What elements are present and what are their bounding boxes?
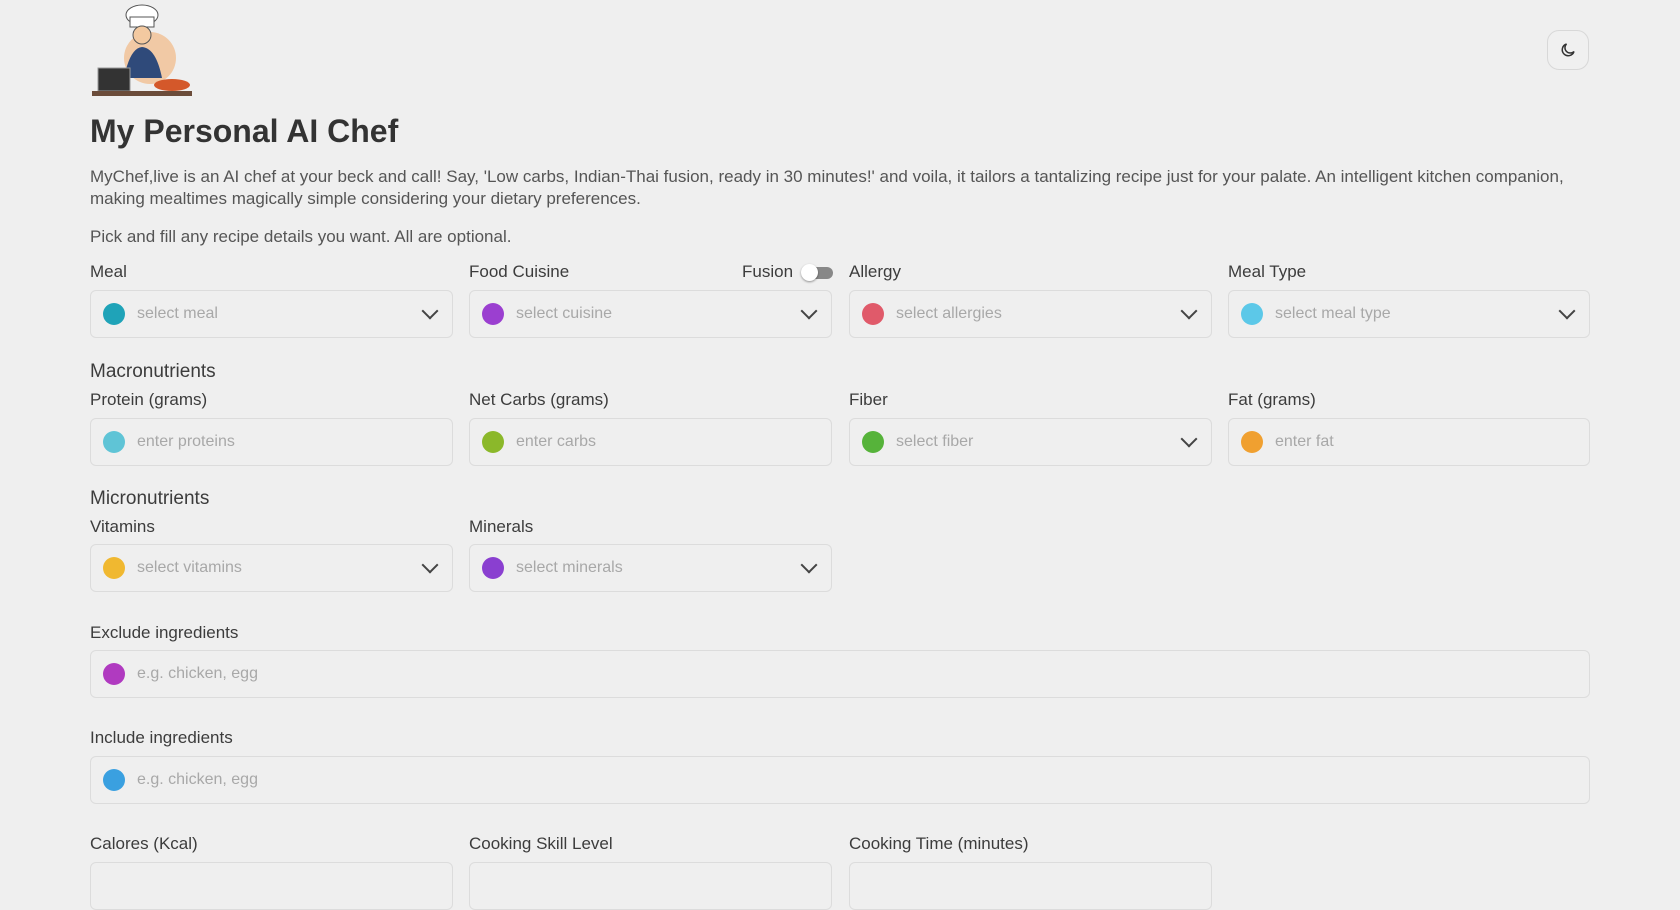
bowl-icon [482, 303, 504, 325]
no-food-icon [103, 663, 125, 685]
cuisine-placeholder: select cuisine [516, 305, 613, 322]
plate-icon [103, 303, 125, 325]
allergy-select[interactable]: select allergies [849, 290, 1212, 338]
meal-type-select[interactable]: select meal type [1228, 290, 1590, 338]
mychef-logo [90, 3, 200, 98]
fusion-label: Fusion [742, 262, 794, 281]
vitamins-label: Vitamins [90, 517, 155, 536]
include-placeholder: e.g. chicken, egg [137, 771, 258, 788]
pizza-icon [1241, 431, 1263, 453]
meal-select[interactable]: select meal [90, 290, 453, 338]
meal-type-label: Meal Type [1228, 262, 1307, 281]
fat-placeholder: enter fat [1275, 433, 1334, 450]
chevron-down-icon [1558, 302, 1576, 320]
protein-icon [103, 431, 125, 453]
carbs-input[interactable]: enter carbs [469, 418, 832, 466]
protein-input[interactable]: enter proteins [90, 418, 453, 466]
protein-placeholder: enter proteins [137, 433, 235, 450]
cuisine-label: Food Cuisine [469, 262, 570, 281]
page-title: My Personal AI Chef [90, 113, 399, 149]
drop-icon [482, 557, 504, 579]
chevron-down-icon [421, 556, 439, 574]
macronutrients-heading: Macronutrients [90, 361, 216, 382]
time-label: Cooking Time (minutes) [849, 834, 1029, 853]
micronutrients-heading: Micronutrients [90, 488, 210, 509]
meal-placeholder: select meal [137, 305, 218, 322]
meal-type-placeholder: select meal type [1275, 305, 1391, 322]
calories-label: Calores (Kcal) [90, 834, 198, 853]
minerals-select[interactable]: select minerals [469, 544, 832, 592]
skill-label: Cooking Skill Level [469, 834, 613, 853]
chevron-down-icon [421, 302, 439, 320]
theme-toggle-button[interactable] [1547, 30, 1589, 70]
chevron-down-icon [1180, 430, 1198, 448]
include-label: Include ingredients [90, 728, 233, 747]
fiber-placeholder: select fiber [896, 433, 974, 450]
fiber-select[interactable]: select fiber [849, 418, 1212, 466]
fusion-toggle[interactable] [801, 264, 833, 281]
chevron-down-icon [800, 556, 818, 574]
carbs-placeholder: enter carbs [516, 433, 597, 450]
broccoli-icon [862, 431, 884, 453]
instructions: Pick and fill any recipe details you wan… [90, 227, 512, 246]
basket-icon [103, 769, 125, 791]
fat-input[interactable]: enter fat [1228, 418, 1590, 466]
exclude-input[interactable]: e.g. chicken, egg [90, 650, 1590, 698]
description: MyChef,live is an AI chef at your beck a… [90, 167, 1564, 208]
allergy-placeholder: select allergies [896, 305, 1002, 322]
fat-label: Fat (grams) [1228, 390, 1316, 409]
include-input[interactable]: e.g. chicken, egg [90, 756, 1590, 804]
vitamins-placeholder: select vitamins [137, 559, 242, 576]
chevron-down-icon [800, 302, 818, 320]
time-input[interactable] [849, 862, 1212, 910]
minerals-placeholder: select minerals [516, 559, 623, 576]
moon-icon [1561, 43, 1575, 57]
exclude-label: Exclude ingredients [90, 623, 239, 642]
no-allergy-icon [862, 303, 884, 325]
chevron-down-icon [1180, 302, 1198, 320]
skill-select[interactable] [469, 862, 832, 910]
globe-food-icon [1241, 303, 1263, 325]
vitamins-select[interactable]: select vitamins [90, 544, 453, 592]
exclude-placeholder: e.g. chicken, egg [137, 665, 258, 682]
minerals-label: Minerals [469, 517, 534, 536]
calories-input[interactable] [90, 862, 453, 910]
cuisine-select[interactable]: select cuisine [469, 290, 832, 338]
allergy-label: Allergy [849, 262, 901, 281]
meal-label: Meal [90, 262, 127, 281]
vitamin-bottle-icon [103, 557, 125, 579]
carbs-label: Net Carbs (grams) [469, 390, 609, 409]
protein-label: Protein (grams) [90, 390, 208, 409]
fiber-label: Fiber [849, 390, 888, 409]
corn-icon [482, 431, 504, 453]
